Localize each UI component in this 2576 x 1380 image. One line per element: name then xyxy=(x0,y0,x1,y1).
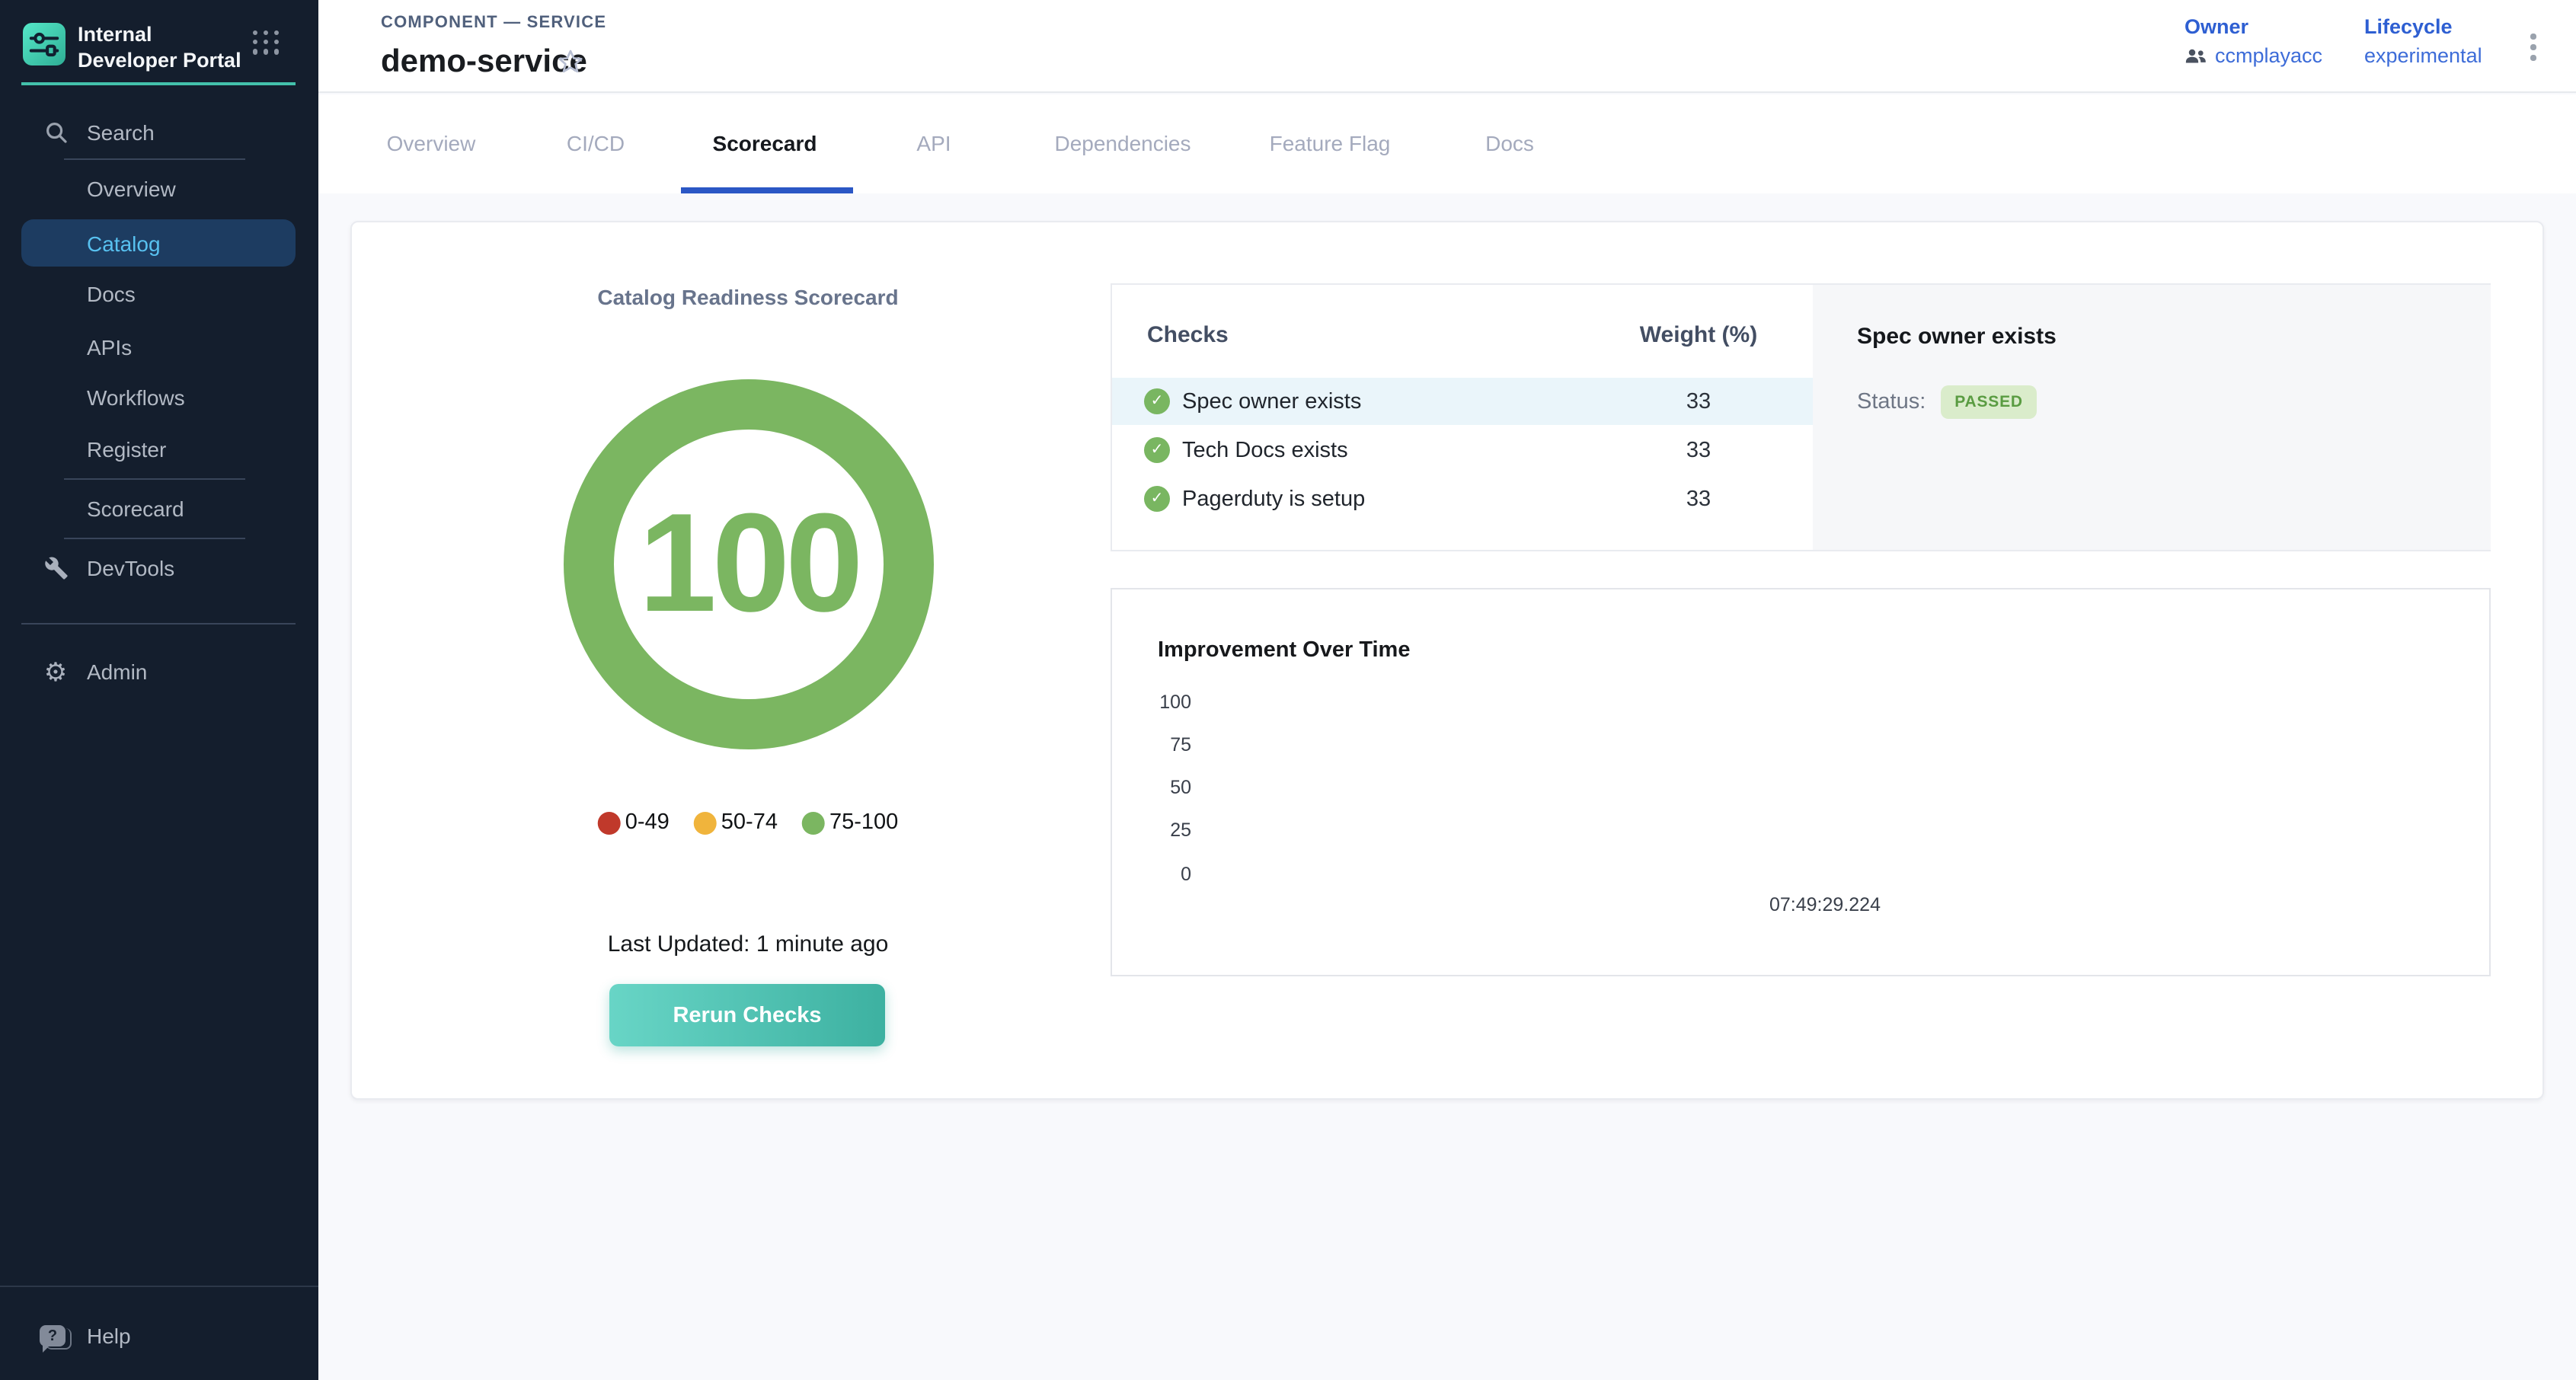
legend-item-low: 0-49 xyxy=(598,810,670,835)
y-axis-tick: 100 xyxy=(1130,692,1191,713)
sidebar-divider xyxy=(64,158,245,160)
tab-scorecard[interactable]: Scorecard xyxy=(713,131,817,155)
y-axis-tick: 75 xyxy=(1130,734,1191,755)
people-icon xyxy=(2184,47,2207,64)
score-value: 100 xyxy=(639,484,859,644)
entity-tabs: Overview CI/CD Scorecard API Dependencie… xyxy=(318,94,2576,193)
scorecard-card: Catalog Readiness Scorecard 100 0-49 50-… xyxy=(350,221,2544,1100)
legend-dot-amber xyxy=(694,811,717,834)
tab-feature-flag[interactable]: Feature Flag xyxy=(1270,131,1391,155)
check-detail-title: Spec owner exists xyxy=(1857,324,2057,350)
owner-link[interactable]: ccmplayacc xyxy=(2215,44,2322,67)
admin-label: Admin xyxy=(87,660,147,684)
wrench-icon xyxy=(43,555,69,581)
apps-grid-icon[interactable] xyxy=(253,30,280,54)
y-axis-tick: 50 xyxy=(1130,777,1191,798)
y-axis-tick: 25 xyxy=(1130,819,1191,841)
check-row-tech-docs[interactable]: ✓ Tech Docs exists 33 xyxy=(1112,426,1813,474)
sidebar-divider xyxy=(64,538,245,539)
y-axis-tick: 0 xyxy=(1130,864,1191,885)
check-passed-icon: ✓ xyxy=(1144,486,1170,512)
sidebar-search-label: Search xyxy=(87,120,155,145)
help-label: Help xyxy=(87,1324,131,1348)
status-badge: PASSED xyxy=(1941,385,2037,419)
tab-dependencies[interactable]: Dependencies xyxy=(1054,131,1191,155)
check-passed-icon: ✓ xyxy=(1144,388,1170,414)
sidebar-divider xyxy=(21,623,296,625)
status-label: Status: xyxy=(1857,390,1926,414)
sidebar-item-register[interactable]: Register xyxy=(0,426,318,472)
legend-dot-red xyxy=(598,811,621,834)
score-legend: 0-49 50-74 75-100 xyxy=(598,810,899,835)
owner-meta: Owner ccmplayacc xyxy=(2184,15,2322,67)
sidebar-item-overview[interactable]: Overview xyxy=(0,166,318,212)
legend-item-high: 75-100 xyxy=(802,810,898,835)
sidebar-item-scorecard[interactable]: Scorecard xyxy=(0,486,318,532)
tab-cicd[interactable]: CI/CD xyxy=(567,131,625,155)
sidebar-search[interactable]: Search xyxy=(0,110,318,155)
tab-overview[interactable]: Overview xyxy=(387,131,476,155)
gauge-title: Catalog Readiness Scorecard xyxy=(597,285,898,309)
improvement-chart: Improvement Over Time 100 75 50 25 0 07:… xyxy=(1111,588,2491,976)
tab-api[interactable]: API xyxy=(916,131,951,155)
sidebar-divider xyxy=(0,1286,318,1287)
favorite-star-icon[interactable] xyxy=(556,47,585,76)
checks-column-header: Checks xyxy=(1147,322,1229,348)
checks-panel: Checks Weight (%) ✓ Spec owner exists 33… xyxy=(1111,283,2491,551)
brand-title: Internal Developer Portal xyxy=(78,21,245,74)
sidebar-item-apis[interactable]: APIs xyxy=(0,324,318,370)
weight-column-header: Weight (%) xyxy=(1600,322,1798,348)
sidebar-item-devtools[interactable]: DevTools xyxy=(0,545,318,591)
owner-label: Owner xyxy=(2184,15,2322,38)
x-axis-tick: 07:49:29.224 xyxy=(1769,894,1881,915)
sidebar-item-admin[interactable]: ⚙ Admin xyxy=(0,649,318,695)
help-chat-icon: ? xyxy=(40,1323,66,1349)
last-updated-text: Last Updated: 1 minute ago xyxy=(608,931,889,957)
more-options-kebab-icon[interactable] xyxy=(2524,27,2542,66)
sidebar-divider xyxy=(64,478,245,480)
check-detail-panel: Spec owner exists Status: PASSED xyxy=(1813,285,2491,550)
lifecycle-label: Lifecycle xyxy=(2364,15,2482,38)
sidebar-item-workflows[interactable]: Workflows xyxy=(0,375,318,420)
entity-kind-breadcrumb: COMPONENT — SERVICE xyxy=(381,14,606,32)
entity-header: COMPONENT — SERVICE demo-service Owner xyxy=(318,0,2576,93)
check-row-spec-owner[interactable]: ✓ Spec owner exists 33 xyxy=(1112,378,1813,425)
active-tab-indicator xyxy=(681,187,853,193)
scorecard-content: Catalog Readiness Scorecard 100 0-49 50-… xyxy=(318,193,2576,1380)
rerun-checks-button[interactable]: Rerun Checks xyxy=(609,984,885,1046)
brand-divider xyxy=(21,82,296,85)
tab-docs[interactable]: Docs xyxy=(1485,131,1534,155)
score-gauge: 100 xyxy=(564,379,934,749)
sidebar-item-catalog[interactable]: Catalog xyxy=(21,219,296,267)
legend-dot-green xyxy=(802,811,825,834)
sidebar: Internal Developer Portal Search Overvie… xyxy=(0,0,318,1380)
gear-icon: ⚙ xyxy=(43,659,69,685)
sidebar-item-docs[interactable]: Docs xyxy=(0,271,318,317)
legend-item-mid: 50-74 xyxy=(694,810,778,835)
lifecycle-meta: Lifecycle experimental xyxy=(2364,15,2482,67)
lifecycle-value: experimental xyxy=(2364,44,2482,67)
search-icon xyxy=(43,120,69,145)
main-area: COMPONENT — SERVICE demo-service Owner xyxy=(318,0,2576,1380)
check-passed-icon: ✓ xyxy=(1144,437,1170,463)
app-window: Internal Developer Portal Search Overvie… xyxy=(0,0,2576,1380)
sidebar-item-help[interactable]: ? Help xyxy=(0,1313,318,1359)
check-row-pagerduty[interactable]: ✓ Pagerduty is setup 33 xyxy=(1112,475,1813,522)
brand-logo-icon xyxy=(23,23,66,65)
chart-title: Improvement Over Time xyxy=(1158,638,1411,663)
